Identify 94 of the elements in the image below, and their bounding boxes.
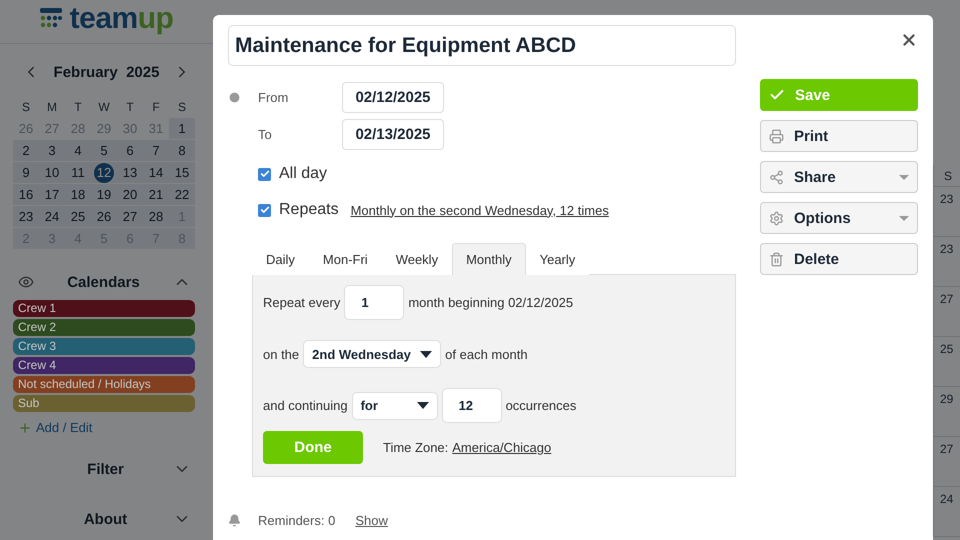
print-button[interactable]: Print: [760, 120, 918, 152]
beginning-label: month beginning 02/12/2025: [408, 295, 574, 310]
number-field[interactable]: 1: [344, 285, 404, 320]
share-button[interactable]: Share: [760, 161, 918, 193]
from-label: From: [258, 90, 290, 105]
weekday-header: S: [934, 165, 960, 187]
repeat-every-label: Repeat every: [263, 295, 340, 310]
calendar-day[interactable]: 26: [91, 206, 117, 228]
checkbox[interactable]: [258, 204, 271, 216]
done-button[interactable]: Done: [263, 431, 363, 464]
weekday-label: T: [73, 99, 83, 116]
section-heading: Filter: [86, 460, 125, 478]
delete-button[interactable]: Delete: [760, 243, 918, 275]
eye-icon[interactable]: [18, 274, 34, 290]
calendar-item[interactable]: Crew 1: [13, 300, 195, 317]
calendar-item[interactable]: Sub: [13, 395, 195, 412]
calendars-heading: Calendars: [66, 274, 141, 290]
day-number: 23: [934, 187, 960, 237]
time-zone-label: Time Zone:: [383, 440, 448, 455]
printer-icon: [769, 128, 784, 144]
each-month-label: of each month: [445, 346, 528, 362]
calendar-day[interactable]: 16: [13, 184, 39, 206]
number-field[interactable]: 12: [442, 388, 502, 423]
calendar-day[interactable]: 22: [169, 184, 195, 206]
save-button[interactable]: Save: [760, 79, 918, 111]
bell-icon: [228, 514, 241, 527]
weekday-label: S: [176, 99, 187, 116]
calendar-item[interactable]: Crew 2: [13, 319, 195, 336]
repeat-summary-link[interactable]: Monthly on the second Wednesday, 12 times: [350, 202, 609, 218]
calendar-day[interactable]: 24: [39, 206, 65, 228]
logo-text: teamup: [70, 2, 174, 36]
reminders-label: Reminders: 0: [258, 513, 336, 528]
calendar-day[interactable]: 23: [13, 206, 39, 228]
end-select[interactable]: for: [352, 392, 438, 420]
to-label: To: [258, 127, 273, 142]
logo-icon: [40, 8, 62, 30]
checkbox-label: All day: [279, 165, 328, 183]
calendar-day[interactable]: 1: [169, 118, 195, 140]
calendar-day[interactable]: 12: [91, 162, 117, 184]
weekday-label: W: [97, 99, 111, 116]
date-field[interactable]: 02/12/2025: [342, 82, 444, 113]
calendar-day[interactable]: 20: [117, 184, 143, 206]
weekday-select[interactable]: 2nd Wednesday: [303, 340, 442, 368]
gear-icon: [769, 210, 784, 226]
calendar-day[interactable]: 17: [39, 184, 65, 206]
on-the-label: on the: [263, 346, 300, 362]
weekday-label: M: [46, 99, 58, 116]
trash-icon: [769, 252, 784, 266]
show-link[interactable]: Show: [355, 513, 388, 528]
calendar-day[interactable]: 15: [169, 162, 195, 184]
calendar-day[interactable]: 10: [39, 162, 65, 184]
section-heading: About: [82, 510, 128, 528]
occurrences-label: occurrences: [506, 398, 576, 413]
share-icon: [769, 170, 784, 184]
weekday-label: T: [125, 99, 135, 116]
add-edit-link[interactable]: Add / Edit: [18, 420, 92, 435]
calendar-day[interactable]: 6: [117, 140, 143, 162]
calendar-day[interactable]: 21: [143, 184, 169, 206]
calendar-item[interactable]: Crew 4: [13, 357, 195, 374]
day-number: 23: [934, 237, 960, 287]
calendar-day[interactable]: 7: [143, 140, 169, 162]
tab[interactable]: Monthly: [452, 243, 526, 275]
calendar-item[interactable]: Not scheduled / Holidays: [13, 376, 195, 393]
time-zone-link[interactable]: America/Chicago: [452, 440, 552, 455]
calendar-day[interactable]: 13: [117, 162, 143, 184]
day-number: 29: [934, 387, 960, 437]
calendar-day[interactable]: 11: [65, 162, 91, 184]
weekday-label: F: [151, 99, 161, 116]
calendar-item[interactable]: Crew 3: [13, 338, 195, 355]
weekday-label: S: [20, 99, 31, 116]
month-title: February 2025: [54, 64, 160, 80]
calendar-day[interactable]: 2: [13, 140, 39, 162]
continuing-label: and continuing: [263, 398, 348, 413]
calendar-day[interactable]: 14: [143, 162, 169, 184]
calendar-day[interactable]: 5: [91, 140, 117, 162]
calendar-day[interactable]: 4: [65, 140, 91, 162]
calendar-day[interactable]: 8: [169, 140, 195, 162]
checkbox-label: Repeats: [279, 201, 339, 219]
calendar-day[interactable]: 19: [91, 184, 117, 206]
date-field[interactable]: 02/13/2025: [342, 119, 444, 150]
day-number: 27: [934, 287, 960, 337]
day-number: 25: [934, 337, 960, 387]
calendar-day[interactable]: 25: [65, 206, 91, 228]
calendar-day[interactable]: 3: [39, 140, 65, 162]
options-button[interactable]: Options: [760, 202, 918, 234]
calendar-day[interactable]: 18: [65, 184, 91, 206]
checkbox[interactable]: [258, 168, 271, 180]
calendar-day[interactable]: 9: [13, 162, 39, 184]
day-number: 24: [934, 487, 960, 537]
day-number: 27: [934, 437, 960, 487]
plus-icon: [18, 420, 32, 434]
calendar-day[interactable]: 28: [143, 206, 169, 228]
title-field[interactable]: Maintenance for Equipment ABCD: [228, 25, 736, 66]
calendar-day[interactable]: 27: [117, 206, 143, 228]
